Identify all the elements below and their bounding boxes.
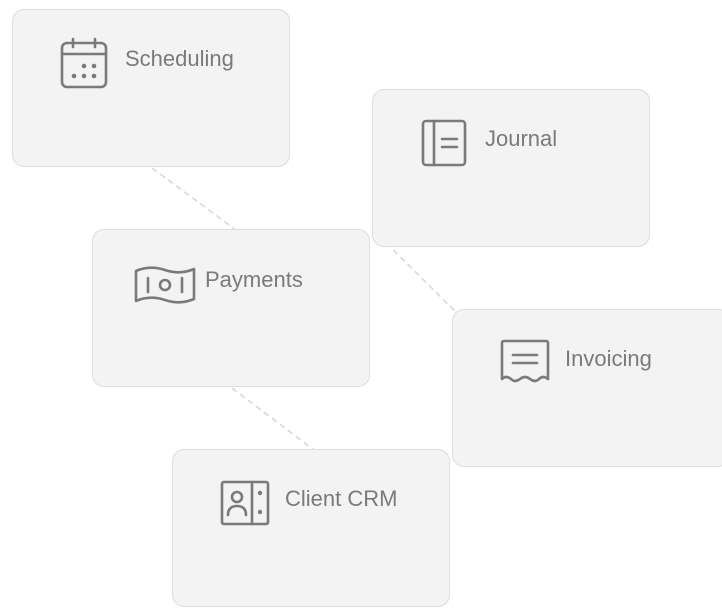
banknote-icon <box>133 263 197 307</box>
card-payments[interactable]: Payments <box>92 229 370 387</box>
card-crm[interactable]: Client CRM <box>172 449 450 607</box>
card-journal[interactable]: Journal <box>372 89 650 247</box>
card-label-scheduling: Scheduling <box>125 46 234 71</box>
notebook-icon <box>419 117 469 169</box>
connector-scheduling-payments <box>151 167 237 231</box>
card-label-journal: Journal <box>485 126 558 151</box>
receipt-icon <box>499 337 551 387</box>
card-scheduling[interactable]: Scheduling <box>12 9 290 167</box>
card-invoicing[interactable]: Invoicing <box>452 309 722 467</box>
contact-card-icon <box>219 477 271 527</box>
card-label-crm: Client CRM <box>285 486 398 511</box>
card-label-invoicing: Invoicing <box>565 346 652 371</box>
connector-payments-crm <box>231 387 315 451</box>
card-label-payments: Payments <box>205 267 303 292</box>
calendar-icon <box>59 37 109 89</box>
